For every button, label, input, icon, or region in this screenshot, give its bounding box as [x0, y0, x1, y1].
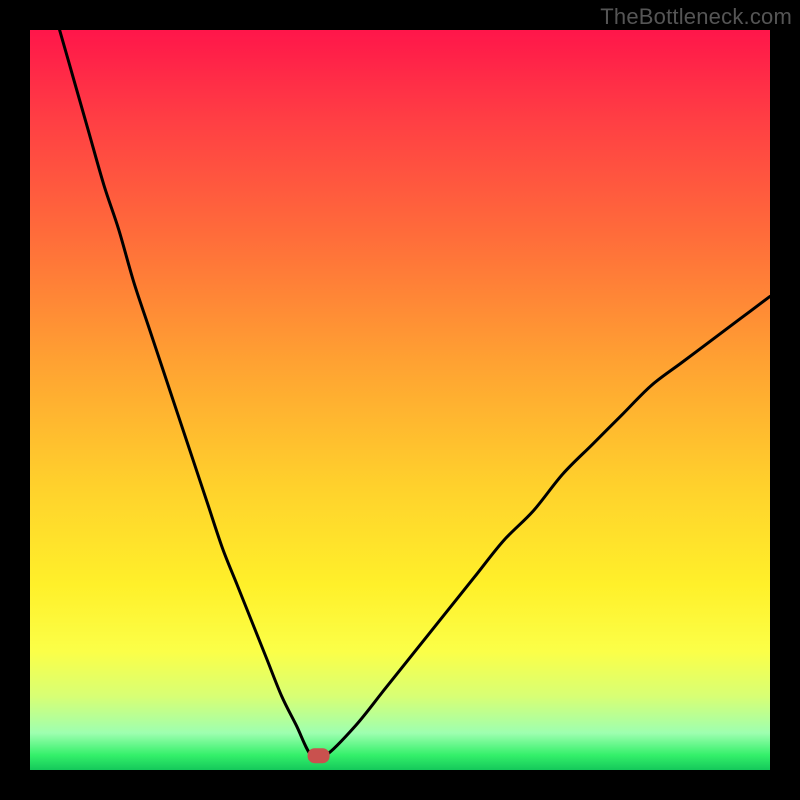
chart-container: TheBottleneck.com: [0, 0, 800, 800]
watermark-text: TheBottleneck.com: [600, 4, 792, 30]
bottleneck-marker: [308, 748, 330, 763]
curve-layer: [30, 30, 770, 770]
bottleneck-curve: [60, 30, 770, 759]
plot-area: [30, 30, 770, 770]
